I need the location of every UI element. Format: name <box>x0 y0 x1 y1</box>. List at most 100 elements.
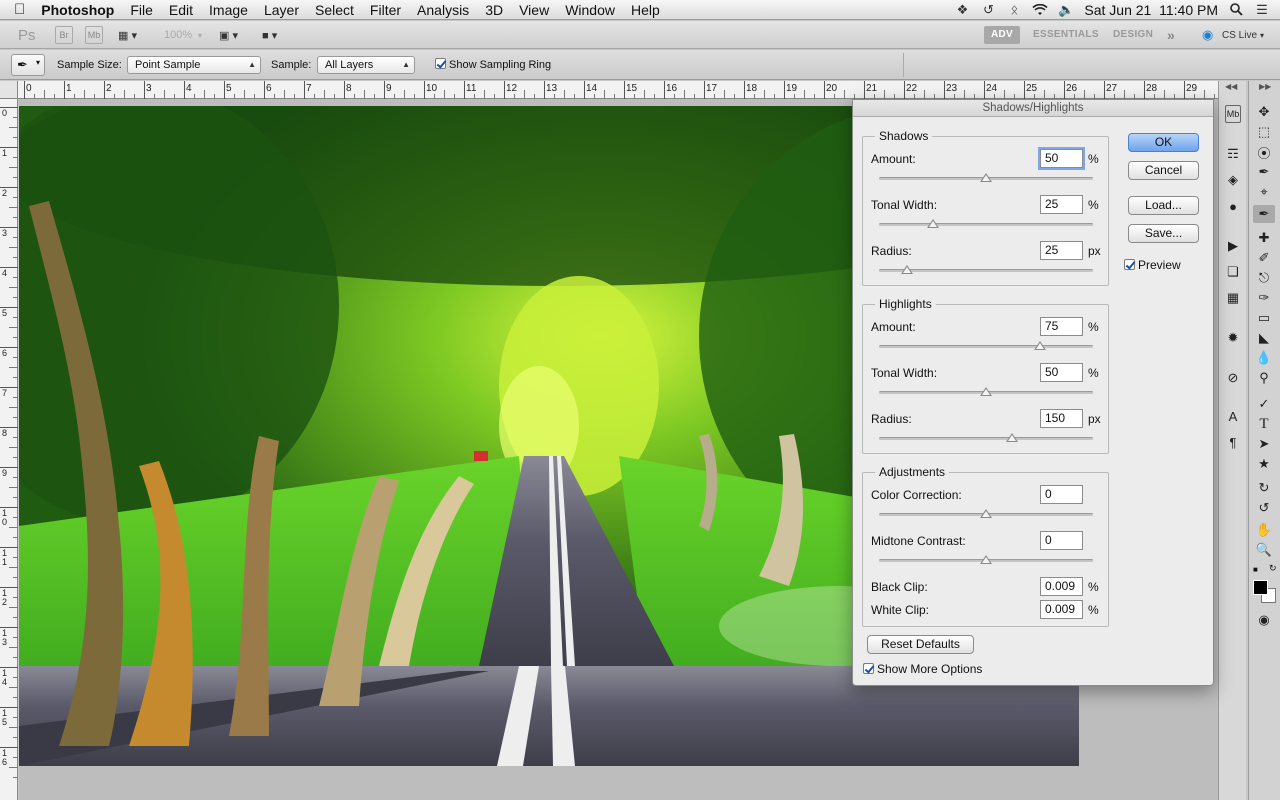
type-tool-icon[interactable]: T <box>1253 415 1275 433</box>
healing-brush-tool-icon[interactable]: ✚ <box>1253 229 1275 247</box>
3d-orbit-tool-icon[interactable]: ↺ <box>1253 499 1275 517</box>
dodge-tool-icon[interactable]: ⚲ <box>1253 369 1275 387</box>
save-button[interactable]: Save... <box>1128 224 1199 243</box>
dialog-title[interactable]: Shadows/Highlights <box>853 100 1213 117</box>
show-sampling-ring-checkbox[interactable]: Show Sampling Ring <box>435 57 551 73</box>
menu-layer[interactable]: Layer <box>256 0 307 20</box>
bluetooth-icon[interactable]: ᛟ <box>1006 2 1022 17</box>
paragraph-panel-icon[interactable]: ¶ <box>1223 433 1243 451</box>
clock[interactable]: Sat Jun 21 11:40 PM <box>1084 2 1218 18</box>
shape-tool-icon[interactable]: ★ <box>1253 455 1275 473</box>
spotlight-search-icon[interactable] <box>1228 3 1244 17</box>
color-correction-field[interactable]: 0 <box>1040 485 1083 504</box>
view-extras-icon[interactable]: ▦ ▾ <box>118 26 137 44</box>
channels-panel-icon[interactable]: ● <box>1223 197 1243 215</box>
menu-select[interactable]: Select <box>307 0 362 20</box>
tool-preset-picker[interactable]: ✒ ▾ <box>11 54 45 76</box>
history-brush-tool-icon[interactable]: ✑ <box>1253 289 1275 307</box>
quick-selection-tool-icon[interactable]: ✒ <box>1253 163 1275 181</box>
clone-source-panel-icon[interactable]: ❏ <box>1223 263 1243 281</box>
cancel-button[interactable]: Cancel <box>1128 161 1199 180</box>
cs-live-button[interactable]: CS Live <box>1222 26 1257 44</box>
load-button[interactable]: Load... <box>1128 196 1199 215</box>
slider-thumb[interactable] <box>980 555 992 564</box>
highlights-tonal-width-field[interactable]: 50 <box>1040 363 1083 382</box>
vertical-ruler[interactable]: 0 1 2 3 4 5 6 7 8 9 10 11 12 13 14 15 16 <box>0 99 18 800</box>
highlights-radius-slider[interactable] <box>879 433 1093 442</box>
slider-thumb[interactable] <box>1005 433 1018 442</box>
arrange-documents-icon[interactable]: ▣ ▾ <box>219 26 238 44</box>
highlights-amount-slider[interactable] <box>879 341 1093 350</box>
highlights-amount-field[interactable]: 75 <box>1040 317 1083 336</box>
crop-tool-icon[interactable]: ⌖ <box>1253 183 1275 201</box>
slider-thumb[interactable] <box>900 265 913 274</box>
menu-window[interactable]: Window <box>557 0 623 20</box>
volume-icon[interactable]: 🔈 <box>1058 2 1074 17</box>
midtone-contrast-slider[interactable] <box>879 555 1093 564</box>
wifi-icon[interactable] <box>1032 3 1048 17</box>
list-icon[interactable]: ☰ <box>1254 2 1270 17</box>
highlights-tonal-width-slider[interactable] <box>879 387 1093 396</box>
paint-bucket-tool-icon[interactable]: ◣ <box>1253 329 1275 347</box>
shadows-tonal-width-slider[interactable] <box>879 219 1093 228</box>
shadows-tonal-width-field[interactable]: 25 <box>1040 195 1083 214</box>
zoom-dropdown-icon[interactable]: ▾ <box>198 26 202 44</box>
midtone-contrast-field[interactable]: 0 <box>1040 531 1083 550</box>
menu-3d[interactable]: 3D <box>477 0 511 20</box>
cs-live-dropdown-icon[interactable]: ▾ <box>1260 26 1264 44</box>
shadows-amount-slider[interactable] <box>879 173 1093 182</box>
cs-live-icon[interactable]: ◉ <box>1202 26 1213 44</box>
eyedropper-tool-icon[interactable]: ✒ <box>1253 205 1275 223</box>
mini-bridge-button[interactable]: Mb <box>85 26 103 44</box>
shadows-amount-field[interactable]: 50 <box>1040 149 1083 168</box>
preview-checkbox[interactable]: Preview <box>1124 258 1181 272</box>
ok-button[interactable]: OK <box>1128 133 1199 152</box>
actions-panel-icon[interactable]: ▶ <box>1223 237 1243 255</box>
time-machine-icon[interactable]: ↺ <box>980 2 996 17</box>
zoom-level[interactable]: 100% <box>164 26 192 44</box>
tools-collapse-icon[interactable]: ▶▶ <box>1259 82 1271 91</box>
default-colors-icon[interactable]: ■ <box>1253 565 1258 574</box>
move-tool-icon[interactable]: ✥ <box>1253 103 1275 121</box>
menu-filter[interactable]: Filter <box>362 0 409 20</box>
slider-thumb[interactable] <box>926 219 939 228</box>
menu-image[interactable]: Image <box>201 0 256 20</box>
masks-panel-icon[interactable]: ⊘ <box>1223 369 1243 387</box>
brush-panel-icon[interactable]: ✹ <box>1223 329 1243 347</box>
brush-tool-icon[interactable]: ✐ <box>1253 249 1275 267</box>
blur-tool-icon[interactable]: 💧 <box>1253 349 1275 367</box>
mini-bridge-panel-icon[interactable]: Mb <box>1225 105 1241 123</box>
dock-collapse-icon[interactable]: ◀◀ <box>1225 82 1237 91</box>
shadows-radius-field[interactable]: 25 <box>1040 241 1083 260</box>
layers-panel-icon[interactable]: ◈ <box>1223 171 1243 189</box>
quick-mask-icon[interactable]: ◉ <box>1253 611 1275 629</box>
workspace-essentials[interactable]: ESSENTIALS <box>1033 26 1099 44</box>
bridge-button[interactable]: Br <box>55 26 73 44</box>
sample-select[interactable]: All Layers ▲ <box>317 56 415 74</box>
dropbox-icon[interactable]: ❖ <box>954 2 970 17</box>
workspace-adv[interactable]: ADV <box>984 26 1020 44</box>
color-correction-slider[interactable] <box>879 509 1093 518</box>
zoom-tool-icon[interactable]: 🔍 <box>1253 541 1275 559</box>
hand-tool-icon[interactable]: ✋ <box>1253 521 1275 539</box>
swap-colors-icon[interactable]: ↻ <box>1269 563 1277 574</box>
slider-thumb[interactable] <box>980 387 992 396</box>
menu-edit[interactable]: Edit <box>161 0 201 20</box>
workspace-more-button[interactable]: » <box>1167 26 1175 44</box>
sample-size-select[interactable]: Point Sample ▲ <box>127 56 261 74</box>
shadows-radius-slider[interactable] <box>879 265 1093 274</box>
foreground-color-swatch[interactable] <box>1253 580 1268 595</box>
black-clip-field[interactable]: 0.009 <box>1040 577 1083 596</box>
reset-defaults-button[interactable]: Reset Defaults <box>867 635 974 654</box>
lasso-tool-icon[interactable]: ⦿ <box>1253 143 1275 161</box>
show-more-options-checkbox[interactable]: Show More Options <box>863 662 982 676</box>
screen-mode-icon[interactable]: ■ ▾ <box>262 26 277 44</box>
slider-thumb[interactable] <box>980 173 992 182</box>
menu-file[interactable]: File <box>122 0 161 20</box>
clone-stamp-tool-icon[interactable]: ⎋ <box>1253 269 1275 287</box>
workspace-design[interactable]: DESIGN <box>1113 26 1153 44</box>
horizontal-ruler[interactable]: 0 1 2 3 4 5 6 7 8 9 10 11 12 13 14 15 16 17 18 19 20 21 22 23 24… <box>18 81 1218 99</box>
slider-thumb[interactable] <box>1033 341 1046 350</box>
eraser-tool-icon[interactable]: ▭ <box>1253 309 1275 327</box>
highlights-radius-field[interactable]: 150 <box>1040 409 1083 428</box>
